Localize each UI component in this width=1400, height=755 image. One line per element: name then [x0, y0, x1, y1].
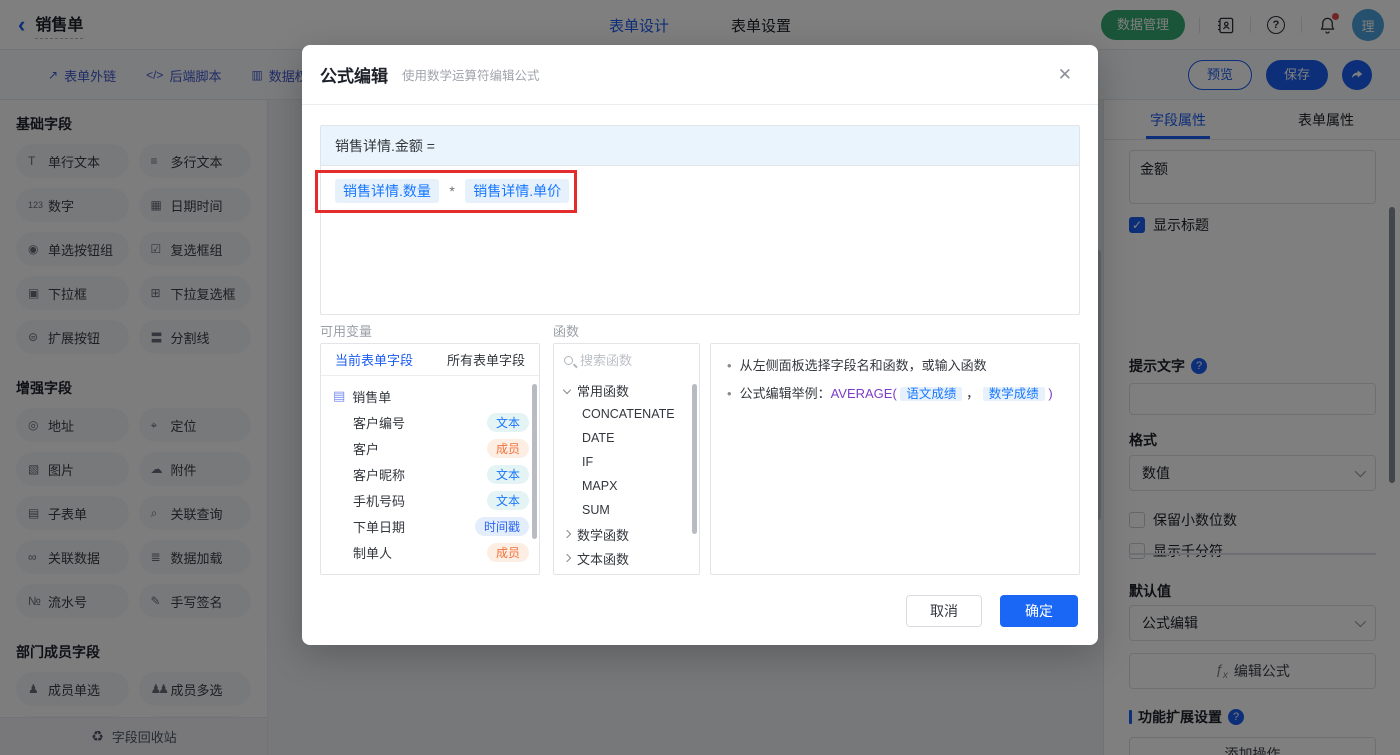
- function-group-text[interactable]: 文本函数: [562, 546, 689, 570]
- variable-field-order-date[interactable]: 下单日期 时间戳: [333, 513, 529, 539]
- variable-tree-root[interactable]: ▤ 销售单: [333, 383, 529, 409]
- example-field-chip: 语文成绩: [900, 387, 963, 401]
- function-group-math[interactable]: 数学函数: [562, 522, 689, 546]
- example-close-paren: ): [1048, 386, 1053, 401]
- function-mapx[interactable]: MAPX: [564, 474, 689, 498]
- field-type-badge: 文本: [486, 412, 529, 432]
- dialog-title: 公式编辑: [320, 67, 388, 86]
- field-type-badge: 文本: [486, 464, 529, 484]
- function-search-input[interactable]: [580, 352, 680, 368]
- formula-editor-box: 销售详情.金额 = 销售详情.数量 * 销售详情.单价: [320, 125, 1080, 315]
- variable-field-phone[interactable]: 手机号码 文本: [333, 487, 529, 513]
- help-tip: 从左侧面板选择字段名和函数，或输入函数: [727, 356, 1063, 376]
- formula-target: 销售详情.金额 =: [321, 126, 1079, 166]
- formula-chip-unit-price[interactable]: 销售详情.单价: [465, 179, 570, 203]
- confirm-button[interactable]: 确定: [1000, 595, 1078, 627]
- chevron-down-icon: [562, 385, 572, 395]
- search-icon: [564, 355, 573, 365]
- help-example: 公式编辑举例：AVERAGE( 语文成绩 ， 数学成绩 ): [727, 384, 1063, 404]
- field-type-badge: 时间戳: [474, 516, 529, 536]
- tab-current-form-fields[interactable]: 当前表单字段: [335, 350, 413, 369]
- function-sum[interactable]: SUM: [564, 498, 689, 522]
- variables-label: 可用变量: [320, 324, 373, 339]
- variable-field-creator[interactable]: 制单人 成员: [333, 539, 529, 565]
- app-window: ‹ 销售单 表单设计 表单设置 数据管理 理 ↗表单外链 </>后端脚: [0, 0, 1400, 755]
- form-doc-icon: ▤: [333, 388, 346, 403]
- function-group-common[interactable]: 常用函数: [562, 378, 689, 402]
- tab-all-form-fields[interactable]: 所有表单字段: [447, 350, 525, 369]
- functions-panel: 常用函数 CONCATENATE DATE IF MAPX SUM 数学函数 文…: [553, 343, 700, 575]
- function-date[interactable]: DATE: [564, 426, 689, 450]
- variables-panel: 当前表单字段 所有表单字段 ▤ 销售单 客户编号 文本 客户 成员 客户昵称 文本 手机…: [320, 343, 540, 575]
- formula-chip-quantity[interactable]: 销售详情.数量: [335, 179, 439, 203]
- cancel-button[interactable]: 取消: [906, 595, 982, 627]
- field-type-badge: 文本: [486, 490, 529, 510]
- functions-scrollbar[interactable]: [692, 384, 697, 534]
- example-function-name: AVERAGE(: [830, 386, 897, 401]
- function-concatenate[interactable]: CONCATENATE: [564, 402, 689, 426]
- formula-expression-area[interactable]: 销售详情.数量 * 销售详情.单价: [321, 166, 1079, 216]
- field-type-badge: 成员: [486, 438, 529, 458]
- variable-field-nickname[interactable]: 客户昵称 文本: [333, 461, 529, 487]
- chevron-right-icon: [562, 553, 572, 563]
- multiply-operator: *: [449, 183, 455, 199]
- function-if[interactable]: IF: [564, 450, 689, 474]
- variable-field-customer[interactable]: 客户 成员: [333, 435, 529, 461]
- dialog-subtitle: 使用数学运算符编辑公式: [402, 69, 540, 83]
- functions-label: 函数: [553, 324, 580, 339]
- variable-field-customer-no[interactable]: 客户编号 文本: [333, 409, 529, 435]
- chevron-right-icon: [562, 529, 572, 539]
- close-icon[interactable]: ✕: [1058, 65, 1072, 85]
- field-type-badge: 成员: [486, 542, 529, 562]
- variables-scrollbar[interactable]: [532, 384, 537, 539]
- example-field-chip: 数学成绩: [982, 387, 1045, 401]
- formula-editor-dialog: 公式编辑 使用数学运算符编辑公式 ✕ 销售详情.金额 = 销售详情.数量 * 销…: [302, 45, 1098, 645]
- formula-help-panel: 从左侧面板选择字段名和函数，或输入函数 公式编辑举例：AVERAGE( 语文成绩…: [710, 343, 1080, 575]
